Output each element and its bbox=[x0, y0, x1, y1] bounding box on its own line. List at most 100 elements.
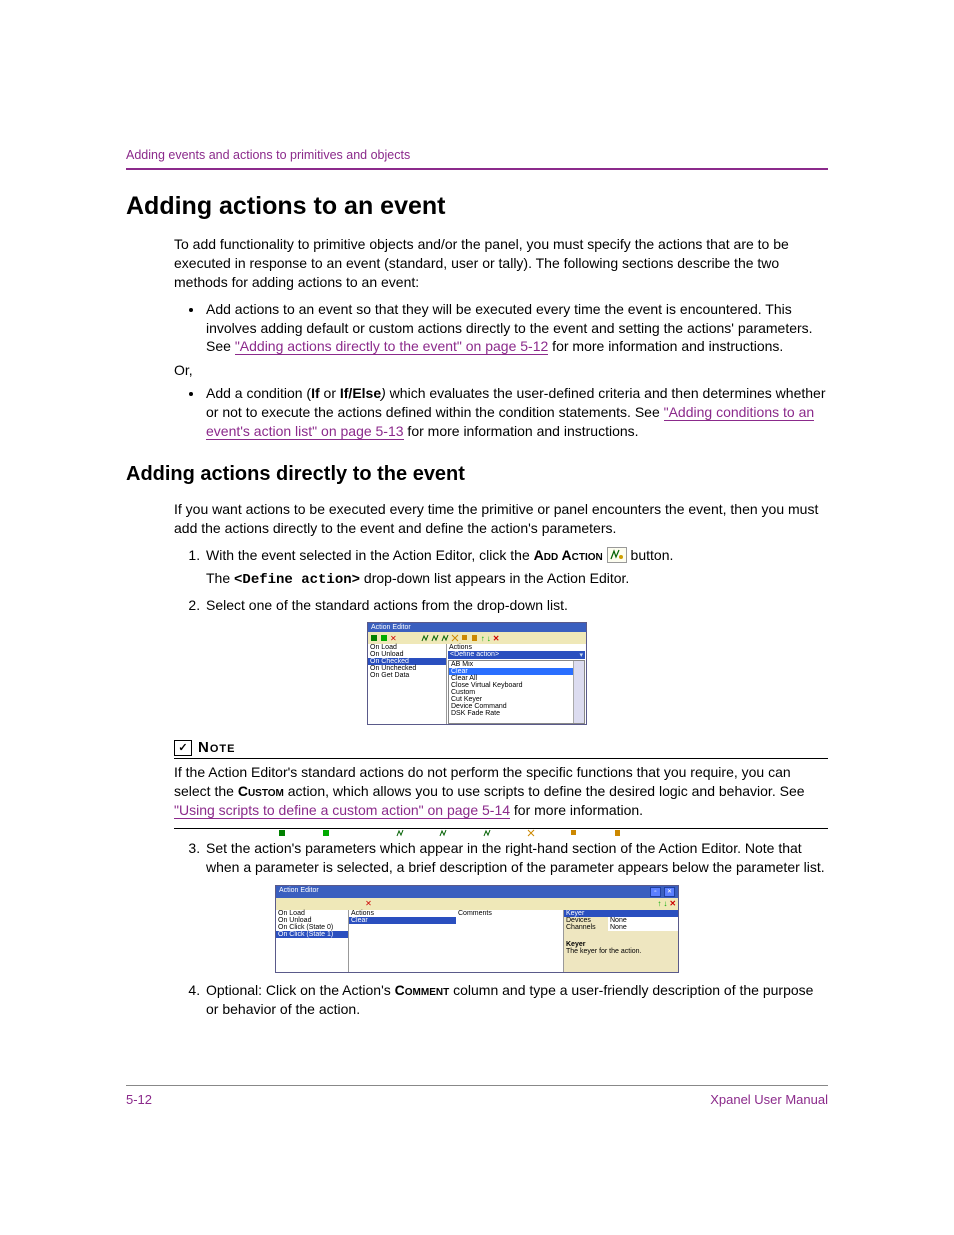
fig1-toolbar: ✕ ↑ ↓ ✕ bbox=[368, 632, 586, 644]
link-using-scripts[interactable]: "Using scripts to define a custom action… bbox=[174, 802, 510, 819]
ifelse-bold: If/Else bbox=[340, 385, 381, 401]
fig2-col-headers: Actions Comments bbox=[349, 910, 563, 917]
down-arrow-icon: ↓ bbox=[487, 634, 491, 643]
action-editor-figure-1: Action Editor ✕ ↑ ↓ ✕ On LoadOn UnloadOn… bbox=[367, 622, 587, 725]
fig1-actions-header: Actions bbox=[447, 644, 586, 651]
col-comments: Comments bbox=[456, 910, 563, 917]
toolbar-icon bbox=[380, 634, 388, 642]
toolbar-icon bbox=[431, 634, 439, 642]
steps-list: With the event selected in the Action Ed… bbox=[174, 546, 828, 615]
close-icon: ✕ bbox=[365, 899, 372, 908]
step-1: With the event selected in the Action Ed… bbox=[204, 546, 828, 590]
fig1-option: Cut Keyer bbox=[449, 696, 584, 703]
fig1-event-item: On Get Data bbox=[368, 672, 446, 679]
fig2-props-header: Keyer bbox=[564, 910, 678, 917]
fig2-prop-row: ChannelsNone bbox=[564, 924, 678, 931]
bullet-add-condition: Add a condition (If or If/Else) which ev… bbox=[204, 384, 828, 441]
fig2-action-cell: Clear bbox=[349, 917, 456, 924]
fig1-option: Clear bbox=[449, 668, 584, 675]
document-page: Adding events and actions to primitives … bbox=[0, 0, 954, 1235]
fig2-action-row: Clear bbox=[349, 917, 563, 924]
note-b: action, which allows you to use scripts … bbox=[284, 783, 805, 799]
fig1-option: Device Command bbox=[449, 703, 584, 710]
add-action-label: Add Action bbox=[534, 547, 603, 563]
fig2-prop-row: DevicesNone bbox=[564, 917, 678, 924]
scrollbar bbox=[573, 661, 584, 723]
or-separator: Or, bbox=[174, 362, 828, 378]
toolbar-icon bbox=[421, 634, 429, 642]
figure-2-wrap: Action Editor ▫ ✕ ✕ ↑ ↓ ✕ bbox=[126, 885, 828, 973]
fig2-event-item: On Click (State 0) bbox=[276, 924, 348, 931]
link-adding-actions-directly[interactable]: "Adding actions directly to the event" o… bbox=[235, 338, 548, 355]
step1-line2-a: The bbox=[206, 570, 234, 586]
combo-dropdown-icon: ▾ bbox=[579, 651, 583, 659]
up-arrow-icon: ↑ bbox=[481, 634, 485, 643]
prop-name: Channels bbox=[564, 924, 608, 931]
define-action-mono: <Define action> bbox=[234, 572, 360, 588]
checkmark-icon: ✓ bbox=[174, 740, 192, 756]
toolbar-icon bbox=[441, 634, 449, 642]
bullet2-or: or bbox=[320, 385, 340, 401]
fig2-event-item: On Click (State 1) bbox=[276, 931, 348, 938]
fig2-event-item: On Unload bbox=[276, 917, 348, 924]
bullet2-text-a: Add a condition ( bbox=[206, 385, 311, 401]
step4-a: Optional: Click on the Action's bbox=[206, 982, 395, 998]
fig1-option: DSK Fade Rate bbox=[449, 710, 584, 717]
fig1-event-item: On Unload bbox=[368, 651, 446, 658]
fig1-event-item: On Checked bbox=[368, 658, 446, 665]
fig1-option: Clear All bbox=[449, 675, 584, 682]
fig1-actions-pane: Actions <Define action> ▾ AB MixClearCle… bbox=[447, 644, 586, 724]
copy-icon bbox=[461, 634, 469, 642]
note-body: If the Action Editor's standard actions … bbox=[174, 763, 828, 829]
delete-icon: ✕ bbox=[669, 899, 676, 908]
fig1-events-pane: On LoadOn UnloadOn CheckedOn UncheckedOn… bbox=[368, 644, 447, 724]
step-2: Select one of the standard actions from … bbox=[204, 596, 828, 615]
step1-line2-b: drop-down list appears in the Action Edi… bbox=[360, 570, 629, 586]
up-arrow-icon: ↑ bbox=[657, 899, 661, 908]
custom-label: Custom bbox=[238, 783, 284, 799]
prop-value: None bbox=[608, 917, 678, 924]
page-number: 5-12 bbox=[126, 1092, 152, 1107]
note-c: for more information. bbox=[510, 802, 643, 818]
fig1-option: Custom bbox=[449, 689, 584, 696]
prop-name: Devices bbox=[564, 917, 608, 924]
col-actions: Actions bbox=[349, 910, 456, 917]
close-icon: ✕ bbox=[390, 634, 397, 643]
fig1-option: AB Mix bbox=[449, 661, 584, 668]
fig2-desc-head: Keyer bbox=[564, 941, 678, 948]
manual-title: Xpanel User Manual bbox=[710, 1092, 828, 1107]
fig2-mid-pane: Actions Comments Clear bbox=[349, 910, 564, 972]
bullet-add-actions: Add actions to an event so that they wil… bbox=[204, 300, 828, 357]
prop-value: None bbox=[608, 924, 678, 931]
method-bullet-list-2: Add a condition (If or If/Else) which ev… bbox=[174, 384, 828, 441]
fig2-events-pane: On LoadOn UnloadOn Click (State 0)On Cli… bbox=[276, 910, 349, 972]
step1-a: With the event selected in the Action Ed… bbox=[206, 547, 534, 563]
toolbar-icon bbox=[370, 634, 378, 642]
fig1-option: Close Virtual Keyboard bbox=[449, 682, 584, 689]
page-footer: 5-12 Xpanel User Manual bbox=[126, 1085, 828, 1107]
comment-label: Comment bbox=[395, 982, 450, 998]
delete-icon: ✕ bbox=[493, 634, 500, 643]
figure-1-wrap: Action Editor ✕ ↑ ↓ ✕ On LoadOn UnloadOn… bbox=[126, 622, 828, 725]
down-arrow-icon: ↓ bbox=[663, 899, 667, 908]
fig1-event-item: On Unchecked bbox=[368, 665, 446, 672]
fig1-dropdown-list: AB MixClearClear AllClose Virtual Keyboa… bbox=[448, 660, 585, 724]
bullet2-text-c: for more information and instructions. bbox=[404, 423, 639, 439]
step1-b: button. bbox=[627, 547, 674, 563]
section-intro: If you want actions to be executed every… bbox=[174, 500, 828, 538]
fig1-titlebar: Action Editor bbox=[368, 623, 586, 632]
intro-paragraph: To add functionality to primitive object… bbox=[174, 235, 828, 292]
note-label: Note bbox=[198, 739, 235, 756]
step-4: Optional: Click on the Action's Comment … bbox=[204, 981, 828, 1019]
fig1-combo-text: <Define action> bbox=[450, 651, 499, 659]
bullet1-text-b: for more information and instructions. bbox=[548, 338, 783, 354]
fig2-event-item: On Load bbox=[276, 910, 348, 917]
fig2-body: On LoadOn UnloadOn Click (State 0)On Cli… bbox=[276, 910, 678, 972]
scissors-icon bbox=[451, 634, 459, 642]
fig2-toolbar: ✕ ↑ ↓ ✕ bbox=[276, 898, 678, 910]
fig2-comment-cell bbox=[456, 917, 563, 924]
if-bold: If bbox=[311, 385, 320, 401]
fig1-body: On LoadOn UnloadOn CheckedOn UncheckedOn… bbox=[368, 644, 586, 724]
fig1-define-action-combo: <Define action> ▾ bbox=[448, 651, 585, 659]
close-icon: ✕ bbox=[664, 887, 675, 897]
